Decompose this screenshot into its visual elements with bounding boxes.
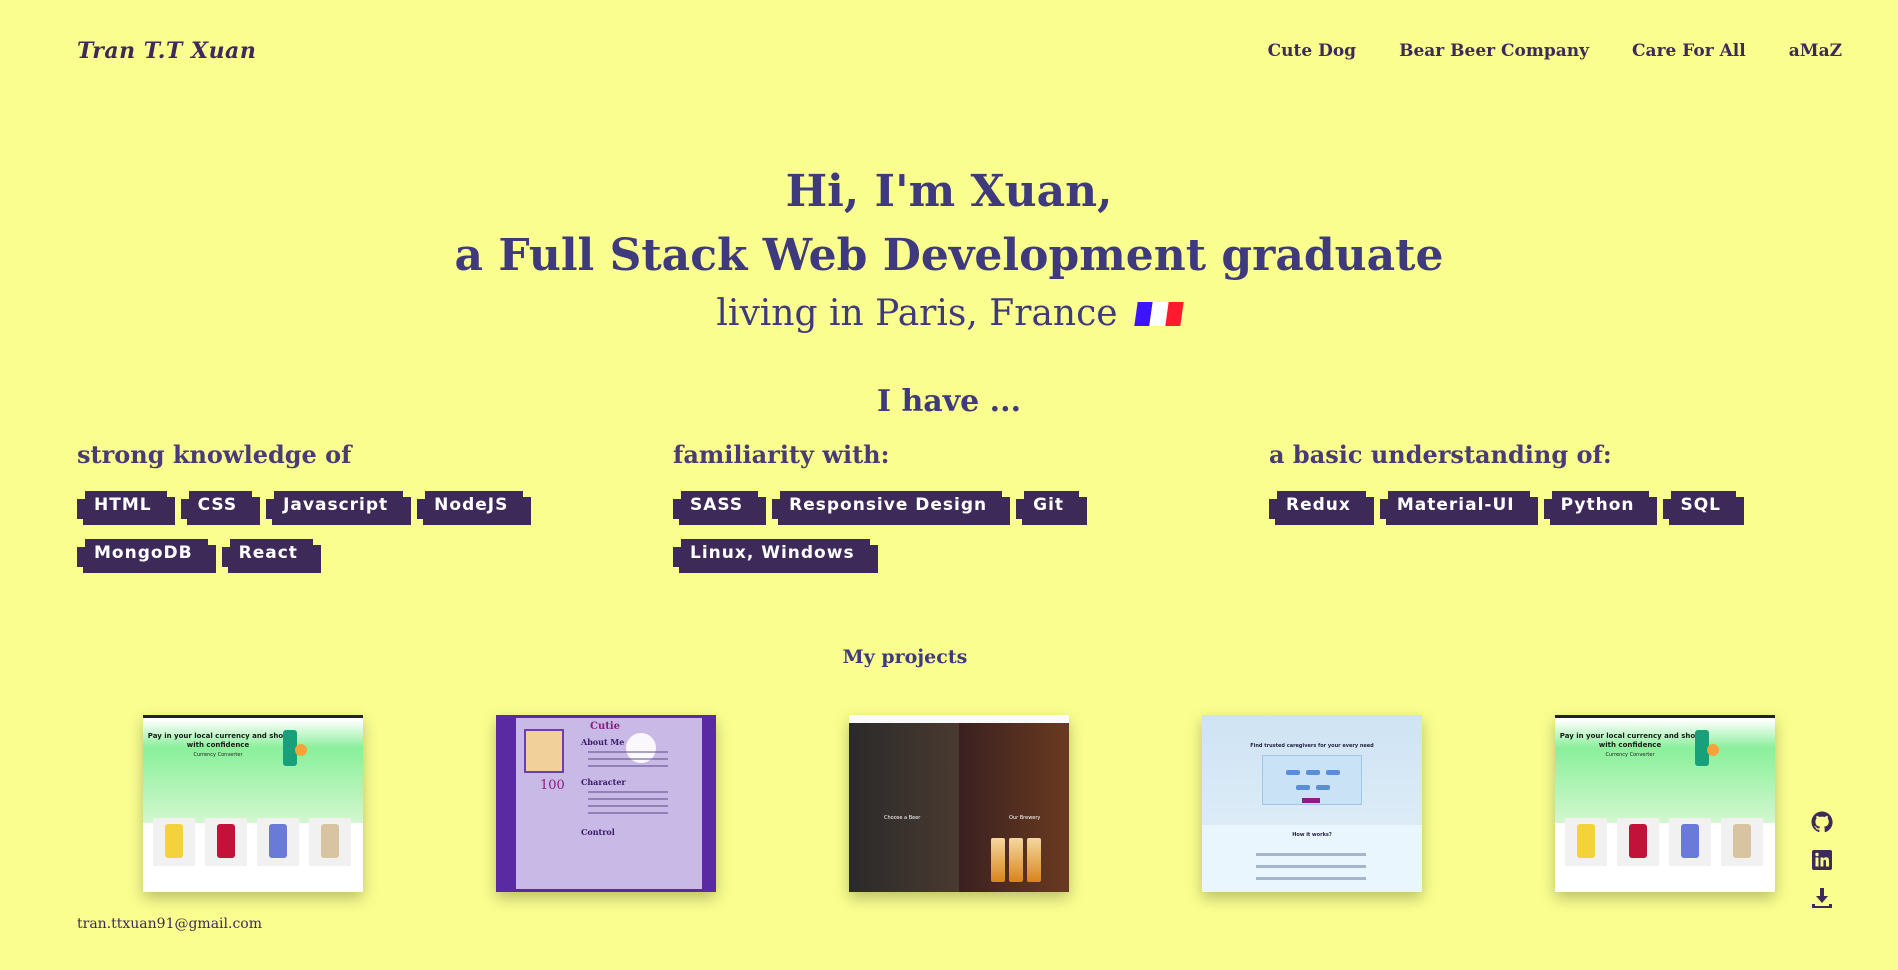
france-flag-icon xyxy=(1133,302,1184,326)
skill-tag: Javascript xyxy=(266,491,412,519)
hero-section: Hi, I'm Xuan, a Full Stack Web Developme… xyxy=(0,160,1898,340)
skill-tag: React xyxy=(221,539,322,567)
thumb-label-right: Our Brewery xyxy=(1009,815,1041,821)
thumb-heading-control: Control xyxy=(581,827,615,837)
project-thumb-cute-dog[interactable]: 100 Cutie About Me Character Control xyxy=(496,715,716,892)
nav-link-cute-dog[interactable]: Cute Dog xyxy=(1268,41,1356,61)
dog-avatar xyxy=(524,729,564,773)
skills-heading: I have ... xyxy=(876,384,1022,419)
nav-link-amaz[interactable]: aMaZ xyxy=(1789,41,1842,61)
thumb-caption: Pay in your local currency and shop with… xyxy=(1559,732,1701,749)
hero-location-text: living in Paris, France xyxy=(716,293,1118,334)
github-icon[interactable] xyxy=(1810,810,1834,834)
thumb-how: How it works? xyxy=(1292,832,1332,838)
thumb-heading-about: About Me xyxy=(581,737,625,747)
skill-tag: Python xyxy=(1543,491,1658,519)
skills-strong-title: strong knowledge of xyxy=(77,440,352,469)
skill-tag: Linux, Windows xyxy=(673,539,878,567)
skill-tag: Redux xyxy=(1269,491,1374,519)
download-icon[interactable] xyxy=(1810,886,1834,910)
skill-tag: HTML xyxy=(77,491,175,519)
hand-illustration xyxy=(1707,744,1719,756)
hero-greeting: Hi, I'm Xuan, xyxy=(785,166,1113,217)
thumb-subcaption: Currency Converter xyxy=(193,752,243,758)
thumb-name: Cutie xyxy=(590,721,621,732)
project-carousel: Pay in your local currency and shop with… xyxy=(143,715,1775,892)
skill-tag: SQL xyxy=(1663,491,1744,519)
skill-tag: MongoDB xyxy=(77,539,216,567)
hero-location: living in Paris, France xyxy=(0,288,1898,340)
skill-tag: SASS xyxy=(673,491,767,519)
skill-tag: NodeJS xyxy=(417,491,532,519)
project-thumb-amaz[interactable]: Pay in your local currency and shop with… xyxy=(143,715,363,892)
linkedin-icon[interactable] xyxy=(1810,848,1834,872)
projects-title: My projects xyxy=(842,646,968,668)
skill-tag: Material-UI xyxy=(1379,491,1538,519)
hand-illustration xyxy=(295,744,307,756)
product-row xyxy=(1565,818,1763,866)
thumb-title: Find trusted caregivers for your every n… xyxy=(1250,743,1374,749)
skills-familiar: familiarity with: SASS Responsive Design… xyxy=(673,440,1233,567)
search-button xyxy=(1302,798,1320,803)
nav-link-bear-beer[interactable]: Bear Beer Company xyxy=(1399,41,1589,61)
product-row xyxy=(153,818,351,866)
thumb-heading-character: Character xyxy=(581,777,626,787)
site-brand[interactable]: Tran T.T Xuan xyxy=(77,38,256,64)
skill-tag: Git xyxy=(1016,491,1087,519)
site-header: Tran T.T Xuan Cute Dog Bear Beer Company… xyxy=(0,0,1898,104)
hero-title: a Full Stack Web Development graduate xyxy=(454,230,1444,281)
skills-basic: a basic understanding of: Redux Material… xyxy=(1269,440,1829,519)
project-thumb-care-for-all[interactable]: Find trusted caregivers for your every n… xyxy=(1202,715,1422,892)
nav-link-care-for-all[interactable]: Care For All xyxy=(1632,41,1746,61)
project-thumb-amaz-2[interactable]: Pay in your local currency and shop with… xyxy=(1555,715,1775,892)
thumb-subcaption: Currency Converter xyxy=(1605,752,1655,758)
social-links xyxy=(1810,810,1834,910)
thumb-score: 100 xyxy=(540,778,565,793)
skill-tag: Responsive Design xyxy=(772,491,1011,519)
main-nav: Cute Dog Bear Beer Company Care For All … xyxy=(1268,41,1842,61)
thumb-topbar xyxy=(849,715,1069,723)
thumb-caption: Pay in your local currency and shop with… xyxy=(147,732,289,749)
skills-familiar-title: familiarity with: xyxy=(673,440,890,469)
contact-email[interactable]: tran.ttxuan91@gmail.com xyxy=(77,916,262,932)
thumb-label-left: Choose a Beer xyxy=(884,815,921,821)
skill-tag: CSS xyxy=(180,491,260,519)
project-thumb-bear-beer[interactable]: Choose a Beer Our Brewery xyxy=(849,715,1069,892)
skills-basic-title: a basic understanding of: xyxy=(1269,440,1612,469)
skills-strong: strong knowledge of HTML CSS Javascript … xyxy=(77,440,637,567)
